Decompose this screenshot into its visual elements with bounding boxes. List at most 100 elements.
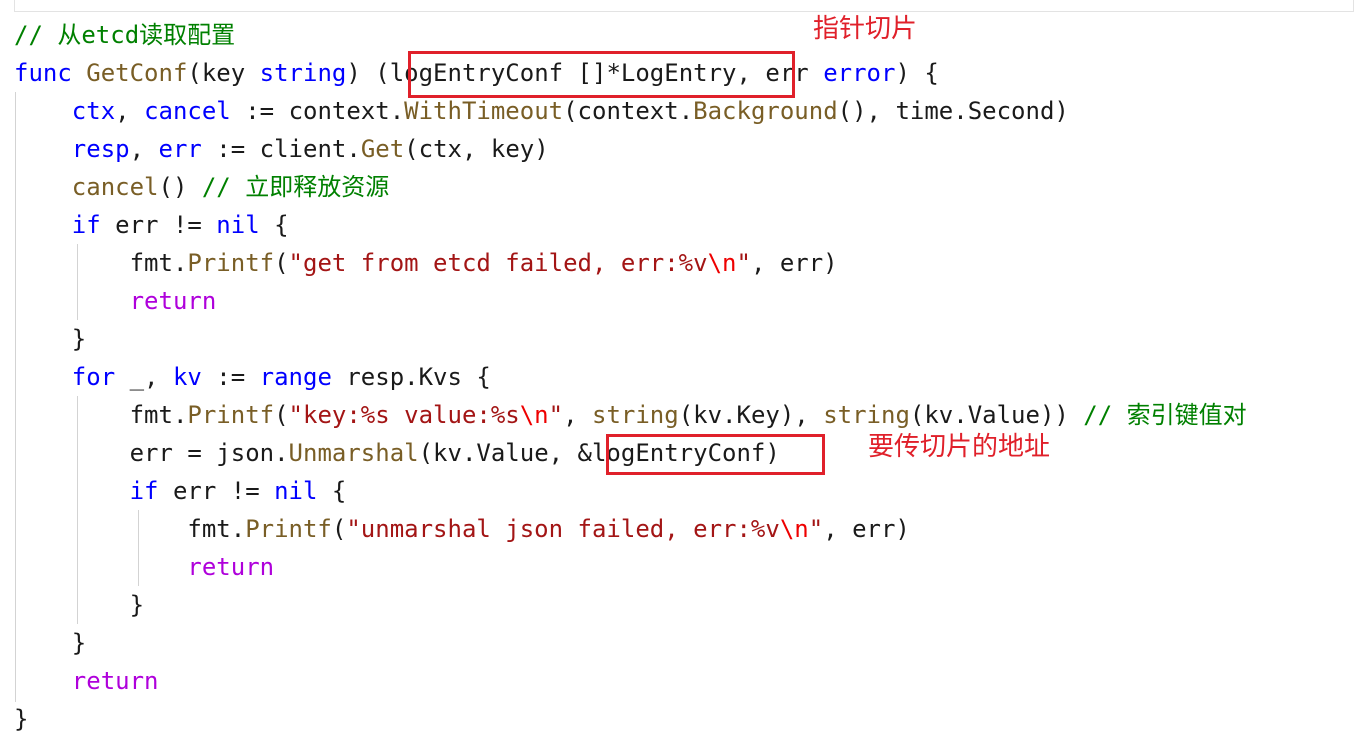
code-token: (key [187, 59, 260, 87]
code-token: , [129, 135, 159, 163]
code-token: kv [172, 363, 202, 391]
code-token: string [592, 401, 679, 429]
indent-guide-if-block [77, 244, 78, 320]
code-token: nil [274, 477, 318, 505]
code-token: // 索引键值对 [1083, 401, 1247, 429]
return-type-highlight-box [408, 51, 795, 98]
code-token: "key:%s value:%s [288, 401, 520, 429]
code-token: nil [216, 211, 260, 239]
code-line[interactable]: } [14, 624, 86, 662]
code-token: " [736, 249, 751, 277]
code-token: Printf [187, 249, 275, 277]
code-token: // 从etcd读取配置 [14, 21, 236, 49]
code-line[interactable]: return [14, 282, 217, 320]
code-token: , [563, 401, 592, 429]
code-token: WithTimeout [404, 97, 564, 125]
code-token: { [259, 211, 289, 239]
code-token: fmt. [14, 515, 246, 543]
code-token: Background [693, 97, 838, 125]
code-token: func [14, 59, 72, 87]
code-line[interactable]: cancel() // 立即释放资源 [14, 168, 389, 206]
code-token: _, [115, 363, 173, 391]
code-token: err != [100, 211, 217, 239]
code-token: (context. [563, 97, 694, 125]
indent-guide-function-body [15, 92, 16, 702]
code-token: (ctx, key) [404, 135, 549, 163]
code-token: () [158, 173, 202, 201]
code-token: := context. [230, 97, 405, 125]
code-token: " [548, 401, 564, 429]
indent-guide-for-block [77, 396, 78, 624]
code-line[interactable]: } [14, 586, 144, 624]
code-token: return [71, 667, 159, 695]
code-token: fmt. [14, 249, 188, 277]
code-token: for [71, 363, 116, 391]
code-line[interactable]: resp, err := client.Get(ctx, key) [14, 130, 549, 168]
code-line[interactable]: if err != nil { [14, 206, 289, 244]
code-line[interactable]: fmt.Printf("unmarshal json failed, err:%… [14, 510, 910, 548]
pass-slice-address-annotation: 要传切片的地址 [868, 432, 1051, 462]
code-token: , [115, 97, 145, 125]
code-token: , err) [750, 249, 838, 277]
code-token: if [71, 211, 101, 239]
code-token: err != [158, 477, 275, 505]
code-token: if [129, 477, 159, 505]
code-token: \n [519, 401, 549, 429]
code-token: \n [707, 249, 737, 277]
code-token: "get from etcd failed, err:%v [288, 249, 708, 277]
code-token: \n [779, 515, 809, 543]
code-line[interactable]: } [14, 320, 86, 358]
code-line[interactable]: } [14, 700, 28, 738]
code-token: err [158, 135, 202, 163]
pointer-slice-annotation: 指针切片 [813, 14, 918, 44]
code-token: } [14, 629, 87, 657]
code-token: GetConf [86, 59, 188, 87]
code-token: ctx [71, 97, 116, 125]
code-line[interactable]: if err != nil { [14, 472, 347, 510]
code-token: Printf [245, 515, 332, 543]
code-token: "unmarshal json failed, err:%v [346, 515, 780, 543]
code-token: Unmarshal [288, 439, 419, 467]
code-token: return [187, 553, 275, 581]
code-token: fmt. [14, 401, 188, 429]
code-token: ( [274, 249, 289, 277]
unmarshal-arg-highlight-box [606, 434, 825, 475]
code-token: := [201, 363, 260, 391]
code-token: string [823, 401, 910, 429]
code-token: err = json. [14, 439, 289, 467]
code-token: (), time.Second) [837, 97, 1069, 125]
code-token: } [14, 705, 29, 733]
code-line[interactable]: fmt.Printf("key:%s value:%s\n", string(k… [14, 396, 1247, 434]
code-line[interactable]: return [14, 548, 274, 586]
code-token: return [129, 287, 217, 315]
code-token: " [808, 515, 824, 543]
code-line[interactable]: for _, kv := range resp.Kvs { [14, 358, 491, 396]
code-token: resp [71, 135, 130, 163]
indent-guide-inner-if-block [138, 510, 139, 586]
code-token: (kv.Value)) [909, 401, 1084, 429]
code-line[interactable]: return [14, 662, 159, 700]
code-token: string [259, 59, 347, 87]
code-token: } [14, 325, 87, 353]
code-token: range [259, 363, 332, 391]
code-token: } [14, 591, 145, 619]
code-token: Get [360, 135, 405, 163]
code-token: ( [331, 515, 347, 543]
code-token: Printf [187, 401, 275, 429]
code-line[interactable]: fmt.Printf("get from etcd failed, err:%v… [14, 244, 838, 282]
code-token: ) { [895, 59, 939, 87]
code-token: , err) [823, 515, 910, 543]
code-token: := client. [201, 135, 361, 163]
code-token: error [823, 59, 896, 87]
code-line[interactable]: // 从etcd读取配置 [14, 16, 235, 54]
